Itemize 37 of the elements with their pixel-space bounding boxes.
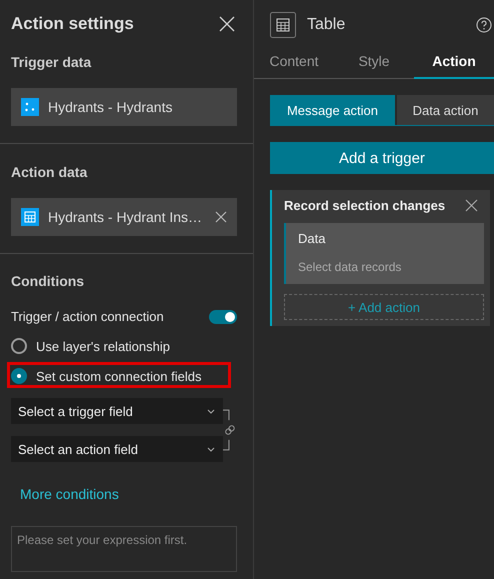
section-heading: Conditions <box>11 273 86 289</box>
help-icon[interactable] <box>476 16 492 32</box>
chevron-down-icon <box>207 446 216 452</box>
panel-title: Action settings <box>11 14 134 34</box>
tab[interactable]: Content <box>254 53 334 79</box>
widget-title: Table <box>307 16 346 34</box>
radio-label: Use layer's relationship <box>36 338 170 354</box>
data-source-item[interactable]: Hydrants - Hydrant Ins… <box>11 198 237 236</box>
data-source-item[interactable]: Hydrants - Hydrants <box>11 88 237 126</box>
field-dropdown[interactable]: Select a trigger field <box>11 398 224 424</box>
table-icon <box>21 208 39 226</box>
data-hint: Select data records <box>298 260 402 274</box>
radio-label: Set custom connection fields <box>36 368 202 384</box>
close-icon[interactable] <box>465 199 478 212</box>
toggle-switch[interactable] <box>209 310 237 324</box>
field-dropdown[interactable]: Select an action field <box>11 436 224 462</box>
data-heading: Data <box>298 231 326 246</box>
radio-button[interactable] <box>11 338 27 354</box>
toggle-label: Trigger / action connection <box>11 309 164 324</box>
chevron-down-icon <box>207 408 216 414</box>
data-card[interactable]: Data Select data records <box>284 223 484 284</box>
close-icon[interactable] <box>219 16 235 32</box>
expression-field[interactable]: Please set your expression first. <box>11 526 237 572</box>
segment-button[interactable]: Data action <box>397 95 494 125</box>
more-conditions-link[interactable]: More conditions <box>20 486 237 502</box>
add-action-button[interactable]: + Add action <box>284 294 484 320</box>
tab[interactable]: Action <box>414 53 494 79</box>
radio-button[interactable] <box>11 368 27 384</box>
section-heading: Trigger data <box>11 54 92 70</box>
segment-button[interactable]: Message action <box>270 95 395 125</box>
trigger-title: Record selection changes <box>284 198 446 213</box>
table-icon <box>270 12 296 38</box>
point-layer-icon <box>21 98 39 116</box>
remove-icon[interactable] <box>215 211 227 223</box>
section-heading: Action data <box>11 164 88 180</box>
tab[interactable]: Style <box>334 53 414 79</box>
add-trigger-button[interactable]: Add a trigger <box>270 142 494 174</box>
